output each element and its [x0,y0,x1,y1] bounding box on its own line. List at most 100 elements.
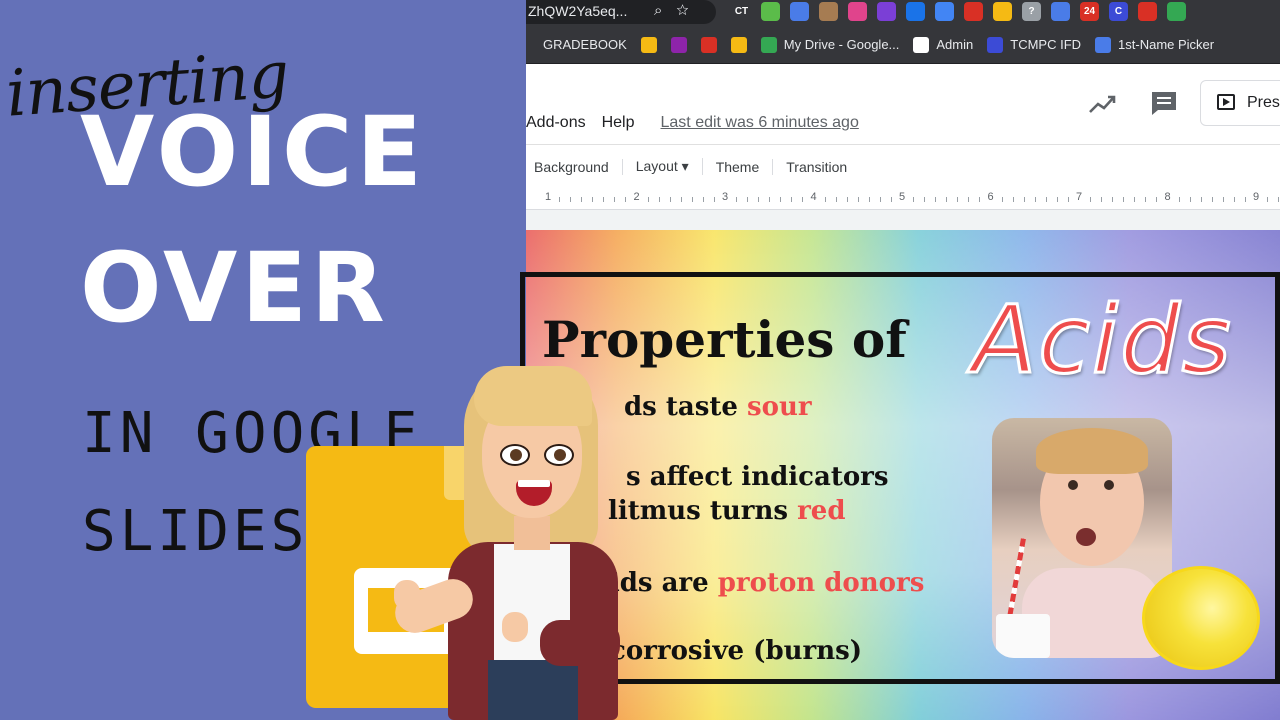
bullet-accent: red [797,496,846,526]
ct-extension-icon[interactable]: CT [732,2,751,21]
address-bar[interactable]: ZhQW2Ya5eq... ⌕☆ [526,0,716,24]
zoom-icon[interactable]: ⌕ [654,2,676,19]
ruler-tick [1156,197,1157,202]
c-extension-icon[interactable]: C [1109,2,1128,21]
bookmark-item[interactable] [700,36,717,53]
menu-help[interactable]: Help [602,114,635,132]
menu-addons[interactable]: Add-ons [526,114,586,132]
bookmark-star-icon[interactable]: ☆ [676,2,702,19]
screencast-extension-icon[interactable] [877,2,896,21]
thumbs-up-icon [502,612,528,642]
title-voice: VOICE [80,96,426,208]
ruler-tick [890,197,892,202]
google-icon [913,36,930,53]
ruler-tick [702,197,704,202]
comment-icon[interactable] [1150,90,1178,116]
baby-eye [1104,480,1114,490]
bookmark-item[interactable]: Admin [913,36,974,53]
right-arm [540,620,620,666]
jeans [488,660,578,720]
translate-extension-icon[interactable] [790,2,809,21]
help-extension-icon[interactable]: ? [1022,2,1041,21]
ruler-tick [1134,197,1135,202]
ruler-tick [647,197,649,202]
slides-toolbar: Background Layout ▾ Theme Transition [526,144,1280,188]
toolbar-background[interactable]: Background [534,158,623,175]
bookmark-label: 1st-Name Picker [1118,37,1215,52]
star-icon [987,36,1004,53]
slide-title-accent: Acids [971,285,1233,397]
ruler-tick [559,197,560,202]
ruler-tick [603,197,604,202]
neck [514,516,550,550]
slide-canvas[interactable]: Properties of Acids ds taste sour s affe… [520,230,1280,720]
lemon-image [1142,566,1260,670]
baby-eye [1068,480,1078,490]
eye [544,444,574,466]
ruler-tick [957,197,958,202]
ruler-tick [758,197,759,202]
bookmark-item[interactable]: My Drive - Google... [760,36,900,53]
more-extension-icon[interactable] [1138,2,1157,21]
ruler-tick [1189,197,1191,202]
ruler-tick [747,197,748,202]
drive-extension-icon[interactable] [993,2,1012,21]
thumbnail: ZhQW2Ya5eq... ⌕☆ CT? 24 C GRADEBOOK My Driv… [0,0,1280,720]
present-button[interactable]: Pres [1200,80,1280,126]
toolbar-layout[interactable]: Layout ▾ [636,158,703,175]
ruler-tick [879,197,881,202]
bangs [474,366,592,426]
cookie-extension-icon[interactable] [819,2,838,21]
yellow-bookmark-icon [640,36,657,53]
color-wheel-extension-icon[interactable] [848,2,867,21]
ruler-tick [979,197,980,202]
ruler-tick [1123,197,1124,202]
ruler-number: 8 [1164,191,1171,203]
ruler-number: 6 [987,191,994,203]
ruler-tick [1056,197,1058,202]
ruler-tick [924,197,925,202]
ruler-number: 1 [545,191,552,203]
bookmark-item[interactable] [730,36,747,53]
link-extension-icon[interactable] [1051,2,1070,21]
toolbar-transition[interactable]: Transition [786,159,860,175]
activity-trend-icon[interactable] [1088,92,1118,116]
ruler-number: 4 [810,191,817,203]
bitmoji-teacher [389,360,630,720]
doc-extension-icon[interactable] [935,2,954,21]
ruler[interactable]: 1 2 3 4 5 6 7 8 9 [526,188,1280,210]
bookmark-label: My Drive - Google... [783,37,900,52]
ruler-number: 2 [633,191,640,203]
ruler-tick [1101,197,1102,202]
ruler-tick [1278,197,1279,202]
flag-red-extension-icon[interactable] [964,2,983,21]
bookmark-label: Admin [936,37,974,52]
bookmark-item[interactable]: TCMPC IFD [987,36,1081,53]
ruler-tick [1090,197,1091,202]
url-actions: ⌕☆ [654,2,703,19]
green-extension-icon[interactable] [1167,2,1186,21]
toolbar-theme[interactable]: Theme [716,158,774,175]
bullet-text: litmus turns [608,496,798,526]
bitmoji-extension-icon[interactable] [761,2,780,21]
ruler-tick [846,197,848,202]
ruler-tick [1233,197,1235,202]
teeth [518,480,550,487]
last-edit-link[interactable]: Last edit was 6 minutes ago [661,114,859,132]
bullet-1: ds taste sour [624,392,812,422]
flag-extension-icon[interactable] [906,2,925,21]
baby-hair [1036,428,1148,474]
bookmark-item[interactable] [670,36,687,53]
ruler-tick [1034,197,1036,202]
bookmark-item[interactable] [640,36,657,53]
menu-bar: Add-ons Help Last edit was 6 minutes ago [526,114,859,132]
bookmark-item[interactable]: 1st-Name Picker [1095,36,1215,53]
grid-extension-icon[interactable]: 24 [1080,2,1099,21]
ruler-tick [1112,197,1113,202]
bookmark-item[interactable]: GRADEBOOK [536,37,627,53]
ruler-tick [935,197,936,202]
ruler-tick [824,197,826,202]
browser-toolbar: ZhQW2Ya5eq... ⌕☆ CT? 24 C [526,0,1280,26]
ruler-tick [835,197,837,202]
bullet-accent: sour [746,392,812,422]
